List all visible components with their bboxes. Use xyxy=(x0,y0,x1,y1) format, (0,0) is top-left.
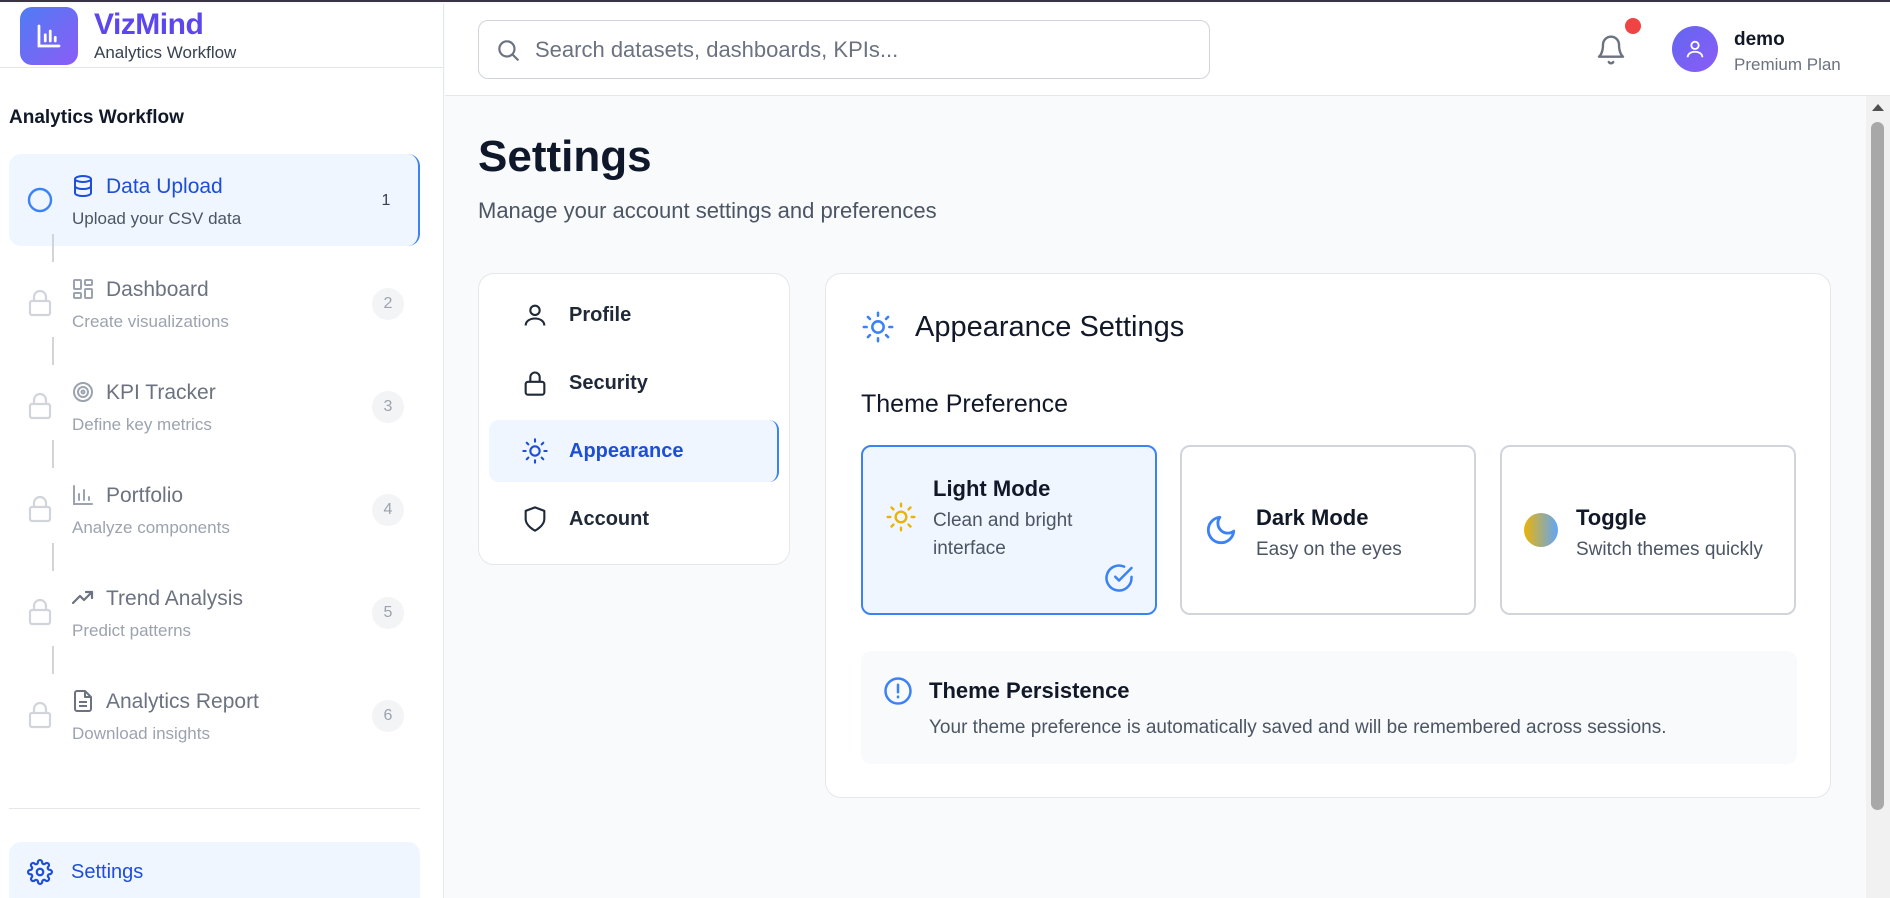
user-plan: Premium Plan xyxy=(1734,55,1841,74)
persistence-text: Your theme preference is automatically s… xyxy=(929,717,1667,738)
theme-option-light[interactable]: Light Mode Clean and bright interface xyxy=(861,445,1157,615)
tab-label: Security xyxy=(569,371,648,394)
step-title: Dashboard xyxy=(106,278,209,301)
bar-chart-icon xyxy=(73,485,93,505)
sun-icon xyxy=(862,311,894,343)
brand: VizMind Analytics Workflow xyxy=(0,4,443,68)
sidebar-item-settings[interactable]: Settings xyxy=(9,842,420,898)
tab-label: Account xyxy=(569,507,649,530)
lock-icon xyxy=(28,495,52,523)
scrollbar[interactable] xyxy=(1866,96,1890,898)
step-number: 2 xyxy=(372,288,404,320)
workflow-step-trend-analysis[interactable]: Trend Analysis Predict patterns 5 xyxy=(9,566,420,658)
search-icon xyxy=(498,39,519,61)
theme-option-dark[interactable]: Dark Mode Easy on the eyes xyxy=(1180,445,1476,615)
shield-icon xyxy=(524,506,546,532)
brand-subtitle: Analytics Workflow xyxy=(94,42,237,62)
theme-preference-label: Theme Preference xyxy=(861,390,1069,418)
sun-icon xyxy=(522,438,548,464)
user-icon xyxy=(524,304,546,326)
bell-icon[interactable] xyxy=(1595,34,1627,66)
lock-icon xyxy=(28,701,52,729)
step-description: Analyze components xyxy=(72,518,230,537)
search-input[interactable] xyxy=(535,36,1175,63)
theme-description: Easy on the eyes xyxy=(1256,539,1402,560)
sidebar-divider xyxy=(9,808,420,809)
lock-icon xyxy=(28,598,52,626)
gradient-circle-icon xyxy=(1524,513,1558,547)
theme-title: Light Mode xyxy=(933,476,1051,501)
check-circle-icon xyxy=(1105,564,1133,592)
tab-account[interactable]: Account xyxy=(489,488,779,550)
settings-tabs: Profile Security Appearance Account xyxy=(478,273,790,565)
workflow-step-data-upload[interactable]: Data Upload Upload your CSV data 1 xyxy=(9,154,420,246)
tab-profile[interactable]: Profile xyxy=(489,284,779,346)
theme-description: Switch themes quickly xyxy=(1576,539,1763,560)
tab-security[interactable]: Security xyxy=(489,352,779,414)
step-description: Create visualizations xyxy=(72,312,229,331)
tab-label: Profile xyxy=(569,303,632,326)
moon-icon xyxy=(1206,515,1236,545)
notification-badge xyxy=(1625,18,1641,34)
target-icon xyxy=(73,382,93,402)
brand-name: VizMind xyxy=(94,7,204,41)
step-description: Define key metrics xyxy=(72,415,212,434)
tab-label: Appearance xyxy=(569,439,684,462)
theme-title: Dark Mode xyxy=(1256,505,1369,530)
scroll-up-arrow-icon[interactable] xyxy=(1872,104,1884,111)
panel-title: Appearance Settings xyxy=(915,310,1185,343)
file-text-icon xyxy=(74,690,92,712)
circle-icon xyxy=(27,187,53,213)
workflow-steps: Data Upload Upload your CSV data 1 Dashb… xyxy=(9,154,420,772)
theme-title: Toggle xyxy=(1576,505,1647,530)
appearance-panel: Appearance Settings Theme Preference Lig… xyxy=(825,273,1831,798)
workflow-title: Analytics Workflow xyxy=(9,107,184,128)
workflow-step-dashboard[interactable]: Dashboard Create visualizations 2 xyxy=(9,257,420,349)
bar-chart-logo-icon xyxy=(20,6,78,65)
avatar[interactable] xyxy=(1672,26,1718,72)
persistence-title: Theme Persistence xyxy=(929,678,1130,703)
workflow-step-kpi-tracker[interactable]: KPI Tracker Define key metrics 3 xyxy=(9,360,420,452)
step-title: Trend Analysis xyxy=(106,587,243,610)
gear-icon xyxy=(27,859,53,885)
step-number: 6 xyxy=(372,700,404,732)
page-title: Settings xyxy=(478,132,652,181)
step-description: Download insights xyxy=(72,724,210,743)
step-number: 1 xyxy=(381,192,391,209)
page-subtitle: Manage your account settings and prefere… xyxy=(478,198,937,223)
sun-icon xyxy=(886,502,916,532)
lock-icon xyxy=(28,392,52,420)
step-description: Predict patterns xyxy=(72,621,192,640)
trending-up-icon xyxy=(71,590,94,605)
theme-description: Clean and bright interface xyxy=(933,510,1073,559)
lock-icon xyxy=(28,289,52,317)
sidebar-item-label: Settings xyxy=(71,860,144,883)
step-number: 5 xyxy=(372,597,404,629)
grid-icon xyxy=(73,279,93,299)
workflow-step-portfolio[interactable]: Portfolio Analyze components 4 xyxy=(9,463,420,555)
lock-icon xyxy=(524,371,546,396)
scrollbar-thumb[interactable] xyxy=(1871,122,1884,810)
user-icon xyxy=(1686,40,1704,58)
step-title: Data Upload xyxy=(106,175,223,198)
step-title: Analytics Report xyxy=(106,690,259,713)
search-box[interactable] xyxy=(478,20,1210,79)
user-name[interactable]: demo xyxy=(1734,29,1785,51)
info-icon xyxy=(884,677,912,705)
tab-appearance[interactable]: Appearance xyxy=(489,420,779,482)
step-title: KPI Tracker xyxy=(106,381,216,404)
workflow-step-analytics-report[interactable]: Analytics Report Download insights 6 xyxy=(9,669,420,761)
database-icon xyxy=(74,175,92,198)
topbar: demo Premium Plan xyxy=(445,4,1890,96)
sidebar: VizMind Analytics Workflow Analytics Wor… xyxy=(0,4,444,898)
step-title: Portfolio xyxy=(106,484,184,507)
step-number: 3 xyxy=(372,391,404,423)
theme-option-toggle[interactable]: Toggle Switch themes quickly xyxy=(1500,445,1796,615)
theme-persistence-note: Theme Persistence Your theme preference … xyxy=(861,651,1797,764)
step-description: Upload your CSV data xyxy=(72,209,242,228)
step-number: 4 xyxy=(372,494,404,526)
